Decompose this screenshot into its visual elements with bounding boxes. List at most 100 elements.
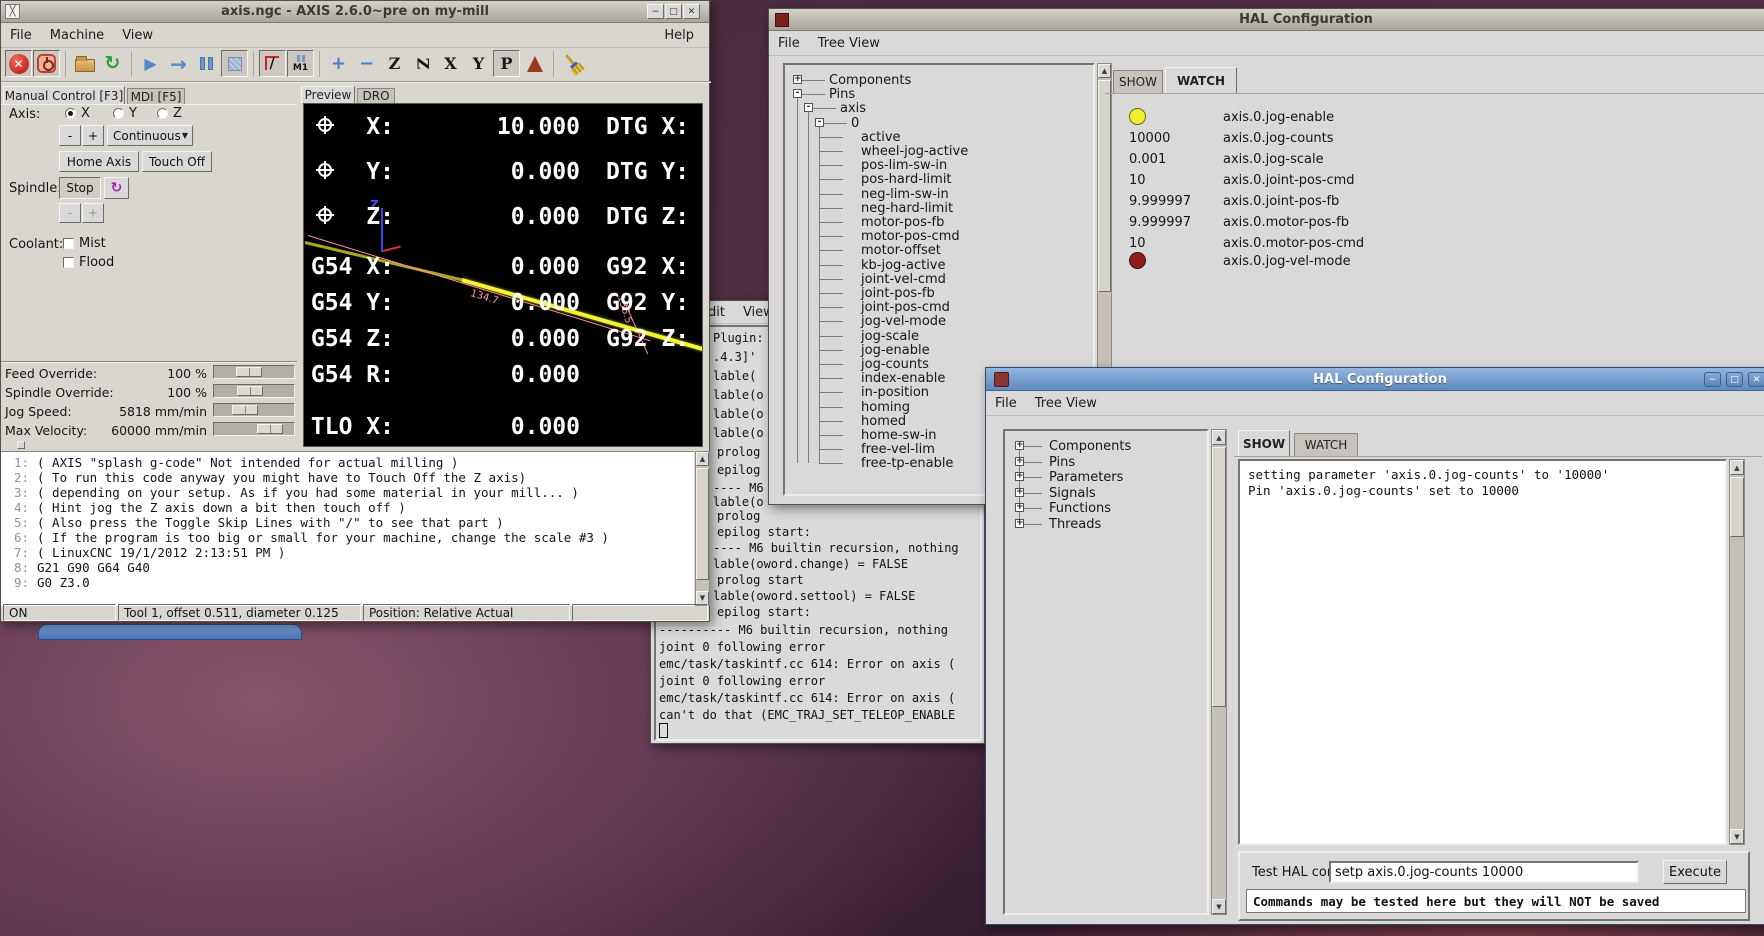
slider-thumb[interactable] xyxy=(236,367,262,377)
tree-item[interactable]: Components xyxy=(829,73,911,88)
home-axis-button[interactable]: Home Axis xyxy=(59,151,139,172)
pane-grip[interactable] xyxy=(17,441,25,449)
test-hal-command-input[interactable]: setp axis.0.jog-counts 10000 xyxy=(1329,861,1639,883)
tree-item[interactable]: neg-hard-limit xyxy=(861,201,953,216)
run-icon[interactable]: ▶ xyxy=(137,50,164,77)
gcode-line[interactable]: 4:( Hint jog the Z axis down a bit then … xyxy=(1,500,694,515)
view-front-icon[interactable]: Y xyxy=(465,50,492,77)
tree-expander-icon[interactable]: + xyxy=(1015,503,1024,512)
scroll-down-icon[interactable]: ▼ xyxy=(696,591,709,605)
tree-item[interactable]: jog-enable xyxy=(861,343,930,358)
view-rotated-top-icon[interactable]: Z xyxy=(409,50,436,77)
scroll-down-icon[interactable]: ▼ xyxy=(1730,829,1744,844)
tree-item[interactable]: jog-scale xyxy=(861,329,919,344)
jog-minus-button[interactable]: - xyxy=(59,125,81,146)
axis-radio-x[interactable] xyxy=(65,108,76,119)
hal1-tab-watch[interactable]: WATCH xyxy=(1165,67,1237,93)
tree-item[interactable]: homed xyxy=(861,414,906,429)
toggle-skip-lines-icon[interactable]: / xyxy=(259,50,286,77)
slider-thumb[interactable] xyxy=(257,424,283,434)
rotate-view-icon[interactable] xyxy=(521,50,548,77)
reload-icon[interactable]: ↻ xyxy=(99,50,126,77)
minimize-icon[interactable]: − xyxy=(647,4,664,19)
hal1-titlebar[interactable]: HAL Configuration xyxy=(769,9,1764,31)
tree-expander-icon[interactable]: + xyxy=(1015,472,1024,481)
tree-item[interactable]: Signals xyxy=(1049,486,1096,501)
maximize-icon[interactable]: □ xyxy=(1726,372,1743,387)
override-slider[interactable] xyxy=(213,365,295,379)
estop-icon[interactable]: ✕ xyxy=(5,50,32,77)
scroll-up-icon[interactable]: ▲ xyxy=(696,452,709,466)
gcode-line[interactable]: 8:G21 G90 G64 G40 xyxy=(1,560,694,575)
scroll-up-icon[interactable]: ▲ xyxy=(1098,64,1111,78)
tree-expander-icon[interactable]: + xyxy=(1015,457,1024,466)
tree-item[interactable]: free-tp-enable xyxy=(861,456,953,471)
tree-item[interactable]: in-position xyxy=(861,385,929,400)
gcode-line[interactable]: 2:( To run this code anyway you might ha… xyxy=(1,470,694,485)
tree-expander-icon[interactable]: + xyxy=(1015,488,1024,497)
hal2-show-scrollbar[interactable]: ▲ ▼ xyxy=(1729,459,1745,845)
tree-item[interactable]: free-vel-lim xyxy=(861,442,935,457)
menu-file[interactable]: File xyxy=(986,393,1026,414)
tree-item[interactable]: 0 xyxy=(851,116,859,131)
gcode-listing[interactable]: 1:( AXIS "splash g-code" Not intended fo… xyxy=(1,451,694,606)
tree-item[interactable]: kb-jog-active xyxy=(861,258,946,273)
scroll-up-icon[interactable]: ▲ xyxy=(1730,460,1744,475)
zoom-out-icon[interactable]: − xyxy=(353,50,380,77)
tree-item[interactable]: axis xyxy=(840,101,866,116)
override-slider[interactable] xyxy=(213,422,295,436)
optional-stop-m1-icon[interactable]: M1 xyxy=(287,50,314,77)
jog-plus-button[interactable]: + xyxy=(82,125,104,146)
axis-titlebar[interactable]: ╳ axis.ngc - AXIS 2.6.0~pre on my-mill −… xyxy=(1,1,709,23)
tree-expander-icon[interactable]: - xyxy=(793,89,802,98)
run-from-line-icon[interactable]: → xyxy=(165,50,192,77)
pause-icon[interactable] xyxy=(193,50,220,77)
preview-canvas[interactable]: LinuxCNC 134.7 136.5 Z X:10.000DTG X:Y:0… xyxy=(303,103,703,447)
spindle-stop-button[interactable]: Stop xyxy=(59,177,101,199)
hal1-tab-show[interactable]: SHOW xyxy=(1113,70,1163,93)
tree-item[interactable]: pos-hard-limit xyxy=(861,172,952,187)
scrollbar-thumb[interactable] xyxy=(1212,447,1226,707)
close-icon[interactable]: ✕ xyxy=(1748,372,1764,387)
hal2-tab-show[interactable]: SHOW xyxy=(1238,430,1290,456)
tree-expander-icon[interactable]: + xyxy=(1015,519,1024,528)
tree-expander-icon[interactable]: + xyxy=(793,75,802,84)
flood-checkbox[interactable] xyxy=(63,257,74,268)
tree-item[interactable]: active xyxy=(861,130,901,145)
tree-expander-icon[interactable]: - xyxy=(804,103,813,112)
override-slider[interactable] xyxy=(213,403,295,417)
scrollbar-thumb[interactable] xyxy=(1098,80,1111,292)
tab-manual-control[interactable]: Manual Control [F3] xyxy=(3,86,125,104)
touch-off-button[interactable]: Touch Off xyxy=(142,151,212,172)
close-icon[interactable]: ✕ xyxy=(683,4,700,19)
scroll-down-icon[interactable]: ▼ xyxy=(1212,899,1226,914)
gcode-line[interactable]: 7:( LinuxCNC 19/1/2012 2:13:51 PM ) xyxy=(1,545,694,560)
tree-item[interactable]: index-enable xyxy=(861,371,945,386)
tree-item[interactable]: Parameters xyxy=(1049,470,1123,485)
tree-item[interactable]: motor-pos-fb xyxy=(861,215,944,230)
tree-item[interactable]: motor-pos-cmd xyxy=(861,229,960,244)
tree-item[interactable]: joint-pos-fb xyxy=(861,286,935,301)
menu-tree-view[interactable]: Tree View xyxy=(1026,393,1106,414)
override-slider[interactable] xyxy=(213,384,295,398)
spindle-forward-button[interactable]: ↻ xyxy=(104,177,129,199)
jog-increment-dropdown[interactable]: Continuous ▼ xyxy=(107,125,193,146)
menu-file[interactable]: File xyxy=(1,25,41,46)
tab-dro[interactable]: DRO xyxy=(357,88,395,103)
tree-item[interactable]: homing xyxy=(861,400,910,415)
view-side-icon[interactable]: X xyxy=(437,50,464,77)
tree-item[interactable]: Components xyxy=(1049,439,1131,454)
hal2-tab-watch[interactable]: WATCH xyxy=(1294,433,1358,456)
scrollbar-thumb[interactable] xyxy=(1730,477,1744,537)
slider-thumb[interactable] xyxy=(232,405,258,415)
view-top-icon[interactable]: Z xyxy=(381,50,408,77)
tree-item[interactable]: Threads xyxy=(1049,517,1101,532)
hal2-show-output[interactable]: setting parameter 'axis.0.jog-counts' to… xyxy=(1238,459,1727,845)
gcode-scrollbar[interactable]: ▲ ▼ xyxy=(695,451,710,606)
gcode-line[interactable]: 3:( depending on your setup. As if you h… xyxy=(1,485,694,500)
menu-view[interactable]: View xyxy=(113,25,162,46)
mist-checkbox[interactable] xyxy=(63,238,74,249)
gcode-line[interactable]: 9:G0 Z3.0 xyxy=(1,575,694,590)
hal2-tree-scrollbar[interactable]: ▲ ▼ xyxy=(1211,429,1227,915)
taskbar-window-pill[interactable] xyxy=(38,624,302,640)
